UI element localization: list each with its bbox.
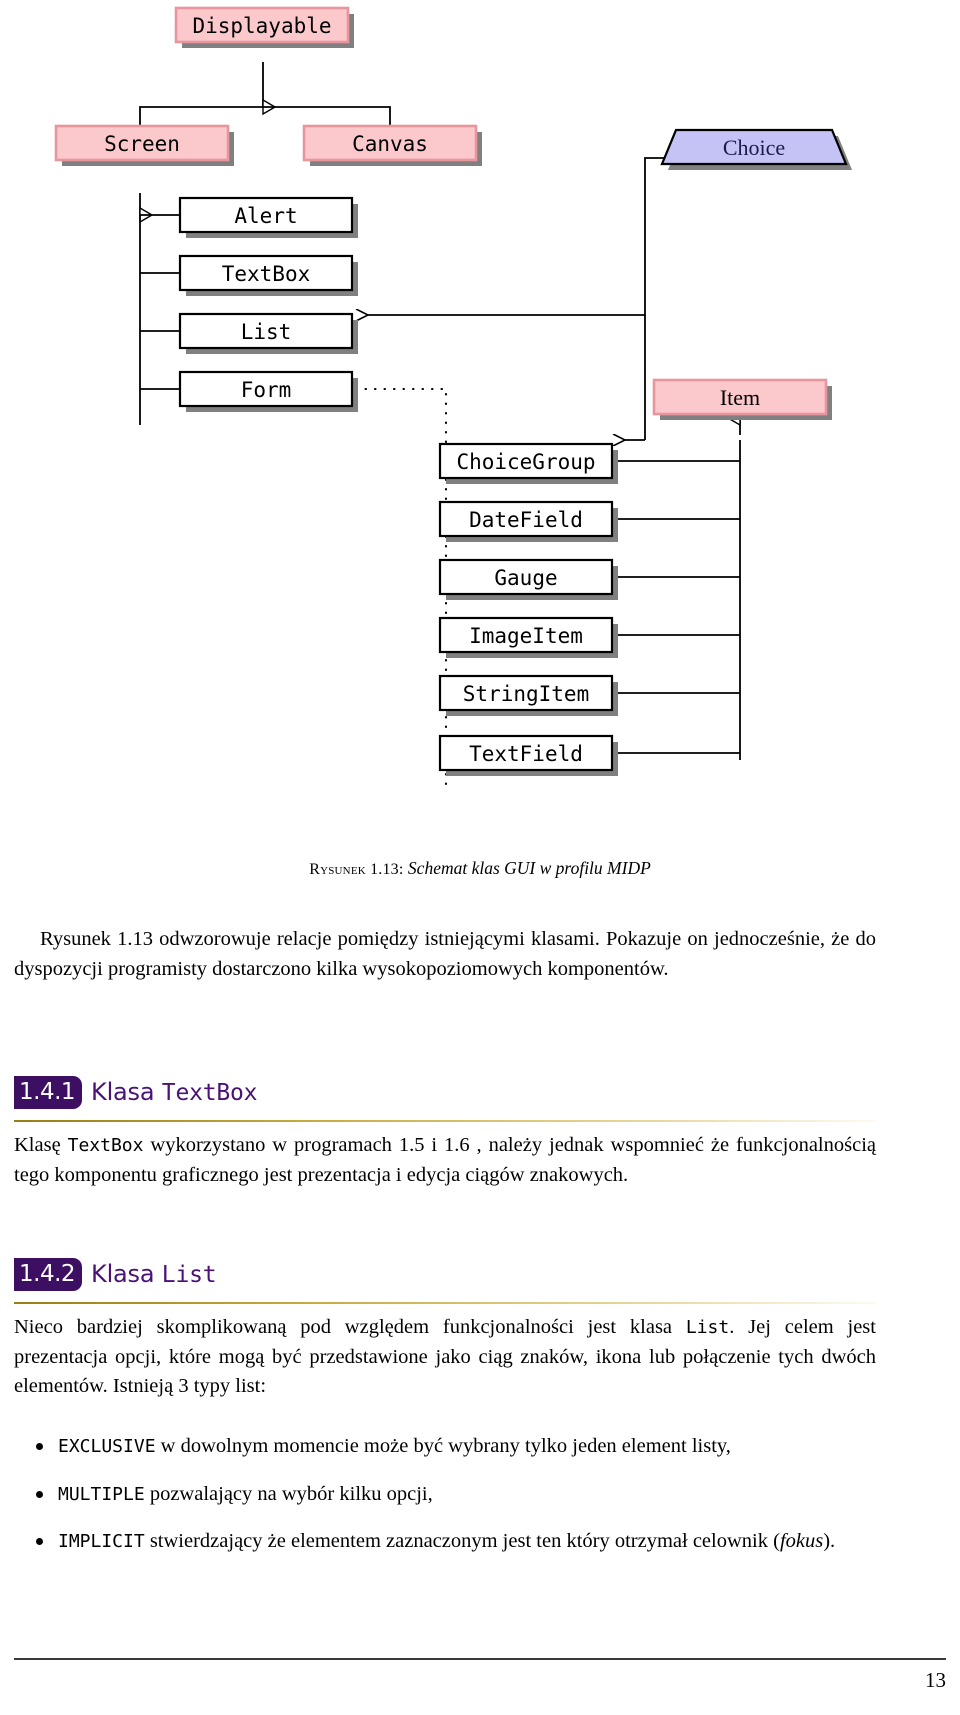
heading-title-prefix: Klasa: [91, 1078, 162, 1106]
paragraph-list-a: Nieco bardziej skomplikowaną pod względe…: [14, 1316, 686, 1338]
class-diagram-svg: Displayable Screen Canvas Choice Alert T…: [54, 6, 852, 792]
heading-title-code: TextBox: [161, 1080, 258, 1106]
class-label-item: Item: [720, 385, 760, 410]
class-box-textfield: TextField: [438, 734, 618, 776]
paragraph-textbox-a: Klasę: [14, 1134, 68, 1156]
bullet-dot-icon: [36, 1538, 43, 1545]
paragraph-list: Nieco bardziej skomplikowaną pod względe…: [14, 1313, 876, 1402]
class-label-displayable: Displayable: [192, 14, 331, 38]
paragraph-intro: Rysunek 1.13 odwzorowuje relacje pomiędz…: [14, 928, 876, 980]
inline-code-list: List: [685, 1317, 730, 1338]
paragraph-textbox-b: wykorzystano w programach 1.5 i 1.6 , na…: [14, 1134, 877, 1186]
list-item: IMPLICIT stwierdzający że elementem zazn…: [14, 1527, 876, 1557]
class-label-list: List: [241, 320, 292, 344]
list-item: EXCLUSIVE w dowolnym momencie może być w…: [14, 1432, 876, 1462]
class-label-gauge: Gauge: [494, 566, 557, 590]
page-number: 13: [925, 1668, 946, 1692]
class-label-screen: Screen: [104, 132, 180, 156]
class-label-alert: Alert: [234, 204, 297, 228]
class-box-canvas: Canvas: [302, 124, 482, 166]
class-label-imageitem: ImageItem: [469, 624, 583, 648]
class-box-choicegroup: ChoiceGroup: [438, 442, 618, 484]
heading-rule: [14, 1120, 876, 1122]
class-box-form: Form: [178, 370, 358, 412]
class-box-textbox: TextBox: [178, 254, 358, 296]
bullet-code-implicit: IMPLICIT: [58, 1531, 145, 1552]
class-label-datefield: DateField: [469, 508, 583, 532]
class-label-choice: Choice: [723, 135, 785, 160]
heading-title: Klasa TextBox: [91, 1076, 257, 1109]
class-label-form: Form: [241, 378, 292, 402]
class-box-list: List: [178, 312, 358, 354]
class-box-datefield: DateField: [438, 500, 618, 542]
bullet-text-exclusive: w dowolnym momencie może być wybrany tyl…: [155, 1435, 731, 1457]
class-label-canvas: Canvas: [352, 132, 428, 156]
bullet-code-exclusive: EXCLUSIVE: [58, 1436, 156, 1457]
heading-rule: [14, 1302, 876, 1304]
figure-caption-label: Rysunek 1.13:: [309, 861, 404, 878]
bullet-dot-icon: [36, 1443, 43, 1450]
class-box-gauge: Gauge: [438, 558, 618, 600]
bullet-code-multiple: MULTIPLE: [58, 1483, 145, 1505]
list-item: MULTIPLE pozwalający na wybór kilku opcj…: [14, 1480, 876, 1510]
figure-caption: Rysunek 1.13: Schemat klas GUI w profilu…: [0, 858, 960, 879]
bullet-text-implicit-tail: ).: [823, 1530, 836, 1552]
footer-rule: [14, 1658, 946, 1660]
class-label-stringitem: StringItem: [463, 682, 589, 706]
bullet-emphasis-fokus: fokus: [779, 1530, 824, 1552]
class-diagram-figure: Displayable Screen Canvas Choice Alert T…: [0, 0, 960, 840]
heading-1-4-2: 1.4.2 Klasa List: [14, 1258, 876, 1304]
heading-number-badge: 1.4.1: [14, 1076, 83, 1109]
class-label-textfield: TextField: [469, 742, 583, 766]
class-box-stringitem: StringItem: [438, 674, 618, 716]
bullet-text-multiple: pozwalający na wybór kilku opcji,: [144, 1482, 433, 1505]
heading-title-code: List: [161, 1262, 217, 1288]
bullet-dot-icon: [36, 1490, 43, 1498]
figure-caption-text: Schemat klas GUI w profilu MIDP: [407, 858, 651, 878]
class-label-textbox: TextBox: [222, 262, 311, 286]
list-types-bullets: EXCLUSIVE w dowolnym momencie może być w…: [14, 1432, 876, 1557]
inline-code-textbox: TextBox: [67, 1135, 144, 1156]
heading-title-prefix: Klasa: [91, 1260, 162, 1288]
heading-1-4-1: 1.4.1 Klasa TextBox: [14, 1076, 876, 1122]
class-box-displayable: Displayable: [174, 6, 354, 48]
class-box-screen: Screen: [54, 124, 234, 166]
class-box-item: Item: [652, 378, 832, 420]
interface-box-choice: Choice: [660, 128, 852, 170]
class-box-alert: Alert: [178, 196, 358, 238]
class-label-choicegroup: ChoiceGroup: [456, 450, 595, 474]
heading-title: Klasa List: [91, 1258, 217, 1291]
paragraph-textbox: Klasę TextBox wykorzystano w programach …: [14, 1131, 876, 1190]
heading-number-badge: 1.4.2: [14, 1258, 83, 1291]
bullet-text-implicit: stwierdzający że elementem zaznaczonym j…: [144, 1530, 780, 1552]
class-box-imageitem: ImageItem: [438, 616, 618, 658]
